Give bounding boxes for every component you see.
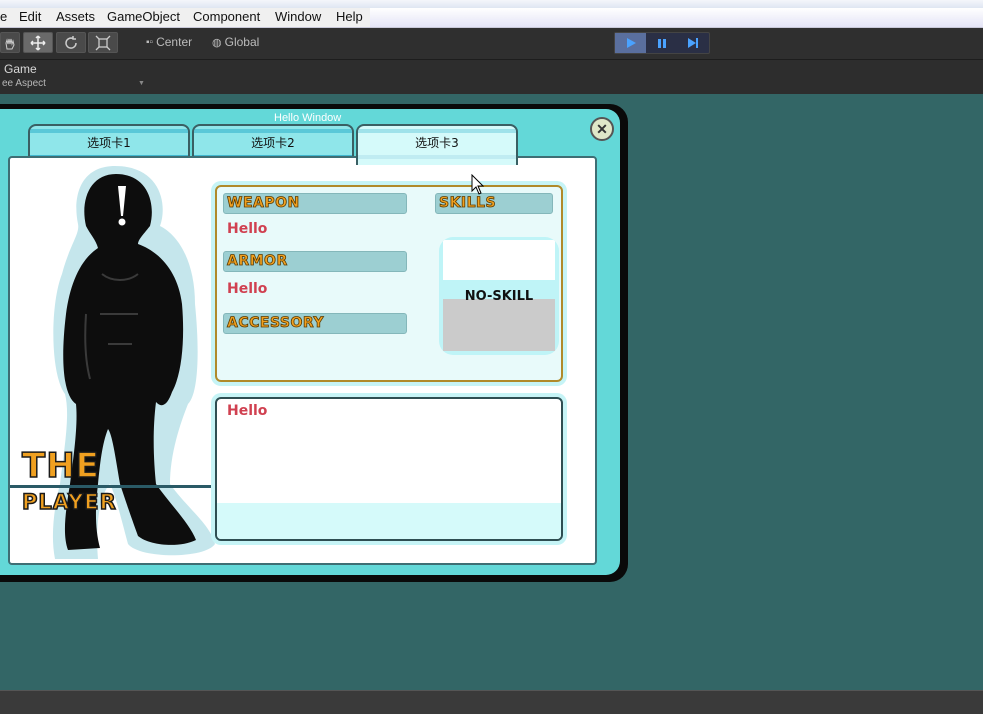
accessory-header: ACCESSORY bbox=[223, 313, 407, 334]
description-text: Hello bbox=[227, 403, 268, 419]
brand-title-line2: PLAYER bbox=[21, 489, 117, 515]
tab-3-active[interactable]: 选项卡3 bbox=[356, 124, 518, 165]
tab-2-label: 选项卡2 bbox=[251, 136, 295, 150]
menu-gameobject[interactable]: GameObject bbox=[107, 9, 180, 24]
weapon-label: WEAPON bbox=[227, 195, 300, 212]
play-button[interactable] bbox=[615, 33, 647, 53]
skills-label: SKILLS bbox=[439, 195, 497, 212]
scale-tool-button[interactable] bbox=[88, 32, 118, 53]
skill-value: NO-SKILL bbox=[464, 289, 534, 304]
pause-icon bbox=[657, 39, 666, 48]
game-view-header: Game ee Aspect ▼ bbox=[0, 60, 983, 94]
scale-icon bbox=[95, 35, 111, 50]
menu-bar-highlight bbox=[370, 8, 983, 27]
menu-edit[interactable]: Edit bbox=[19, 9, 41, 24]
hand-tool-button[interactable] bbox=[0, 32, 20, 53]
editor-toolbar: ▪▫ Center ◍ Global bbox=[0, 28, 983, 60]
armor-value: Hello bbox=[227, 281, 268, 297]
editor-title-bar bbox=[0, 0, 983, 8]
step-icon bbox=[688, 38, 699, 48]
mouse-cursor-icon bbox=[471, 174, 485, 195]
rotate-icon bbox=[65, 35, 77, 49]
menu-file[interactable]: e bbox=[0, 9, 7, 24]
armor-label: ARMOR bbox=[227, 253, 288, 270]
play-icon bbox=[626, 38, 636, 48]
dropdown-arrow-icon: ▼ bbox=[138, 80, 145, 87]
pivot-icon: ▪▫ bbox=[146, 36, 154, 48]
skill-slot[interactable]: NO-SKILL bbox=[439, 237, 559, 355]
pivot-label: Center bbox=[156, 35, 193, 49]
aspect-dropdown[interactable]: ee Aspect bbox=[2, 78, 46, 89]
tab-1-label: 选项卡1 bbox=[87, 136, 131, 150]
menu-help[interactable]: Help bbox=[336, 9, 363, 24]
menu-bar: e Edit Assets GameObject Component Windo… bbox=[0, 8, 983, 28]
accessory-label: ACCESSORY bbox=[227, 315, 325, 332]
weapon-header: WEAPON bbox=[223, 193, 407, 214]
move-icon bbox=[30, 34, 46, 51]
window-frame: Hello Window ✕ 选项卡1 选项卡2 选项卡3 THE PLAYER… bbox=[0, 109, 620, 575]
game-tab[interactable]: Game bbox=[4, 62, 37, 76]
pivot-rotation-toggle[interactable]: ◍ Global bbox=[212, 34, 259, 50]
close-button[interactable]: ✕ bbox=[590, 117, 614, 141]
rotate-tool-button[interactable] bbox=[56, 32, 86, 53]
status-bar bbox=[0, 690, 983, 714]
globe-icon: ◍ bbox=[212, 36, 222, 49]
step-button[interactable] bbox=[678, 33, 709, 53]
tab-3-label: 选项卡3 bbox=[415, 136, 459, 150]
menu-assets[interactable]: Assets bbox=[56, 9, 95, 24]
weapon-value: Hello bbox=[227, 221, 268, 237]
playback-controls bbox=[614, 32, 710, 54]
menu-window[interactable]: Window bbox=[275, 9, 321, 24]
pause-button[interactable] bbox=[646, 33, 677, 53]
rotation-label: Global bbox=[224, 35, 260, 49]
menu-component[interactable]: Component bbox=[193, 9, 260, 24]
tab-content: THE PLAYER WEAPON Hello ARMOR Hello ACCE… bbox=[8, 156, 597, 565]
skills-header: SKILLS bbox=[435, 193, 553, 214]
description-panel: Hello bbox=[215, 397, 563, 541]
brand-title-line1: THE bbox=[21, 445, 100, 487]
pivot-center-toggle[interactable]: ▪▫ Center bbox=[146, 34, 192, 50]
armor-header: ARMOR bbox=[223, 251, 407, 272]
hand-icon bbox=[5, 37, 15, 49]
close-icon: ✕ bbox=[596, 120, 608, 137]
window-title: Hello Window bbox=[274, 112, 342, 124]
hello-window[interactable]: Hello Window ✕ 选项卡1 选项卡2 选项卡3 THE PLAYER… bbox=[0, 104, 628, 582]
equipment-panel: WEAPON Hello ARMOR Hello ACCESSORY SKILL… bbox=[215, 185, 563, 382]
move-tool-button[interactable] bbox=[23, 32, 53, 53]
